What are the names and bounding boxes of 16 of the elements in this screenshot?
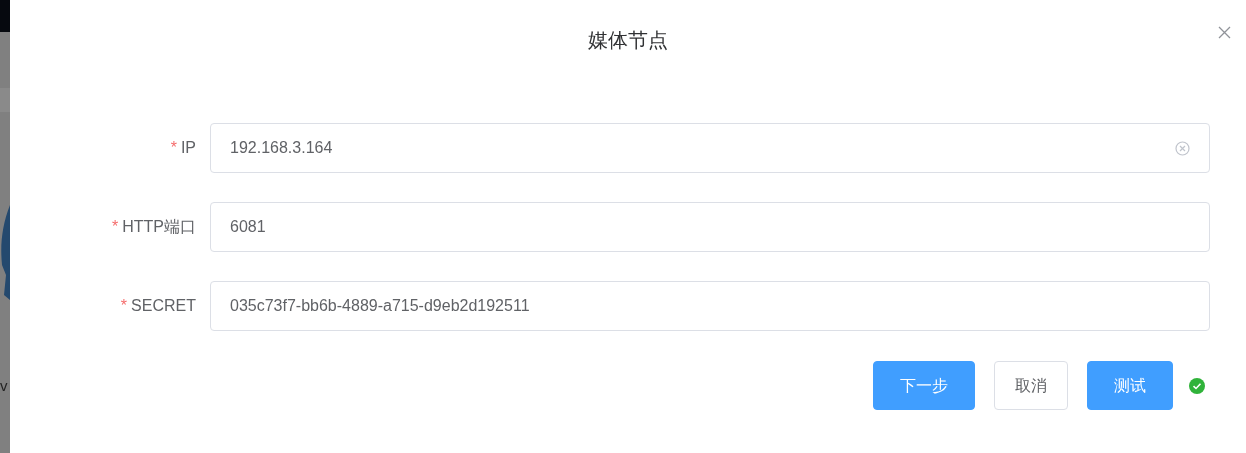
input-field[interactable]: 192.168.3.164 (210, 123, 1210, 173)
field-label: IP (180, 138, 196, 158)
backdrop-text: v (0, 378, 8, 393)
close-icon (1217, 25, 1231, 39)
clear-icon[interactable] (1175, 140, 1190, 156)
required-mark: * (170, 138, 177, 158)
input-field[interactable]: 6081 (210, 202, 1210, 252)
backdrop-header (0, 0, 10, 32)
required-mark: * (120, 296, 128, 316)
close-button[interactable] (1216, 24, 1232, 40)
required-mark: * (112, 217, 119, 237)
dialog-title: 媒体节点 (588, 28, 668, 53)
field-label: SECRET (131, 296, 196, 316)
field-label: HTTP端口 (122, 217, 196, 237)
input-field[interactable]: 035c73f7-bb6b-4889-a715-d9eb2d192511 (210, 281, 1210, 331)
dialog-button[interactable]: 取消 (994, 361, 1068, 410)
